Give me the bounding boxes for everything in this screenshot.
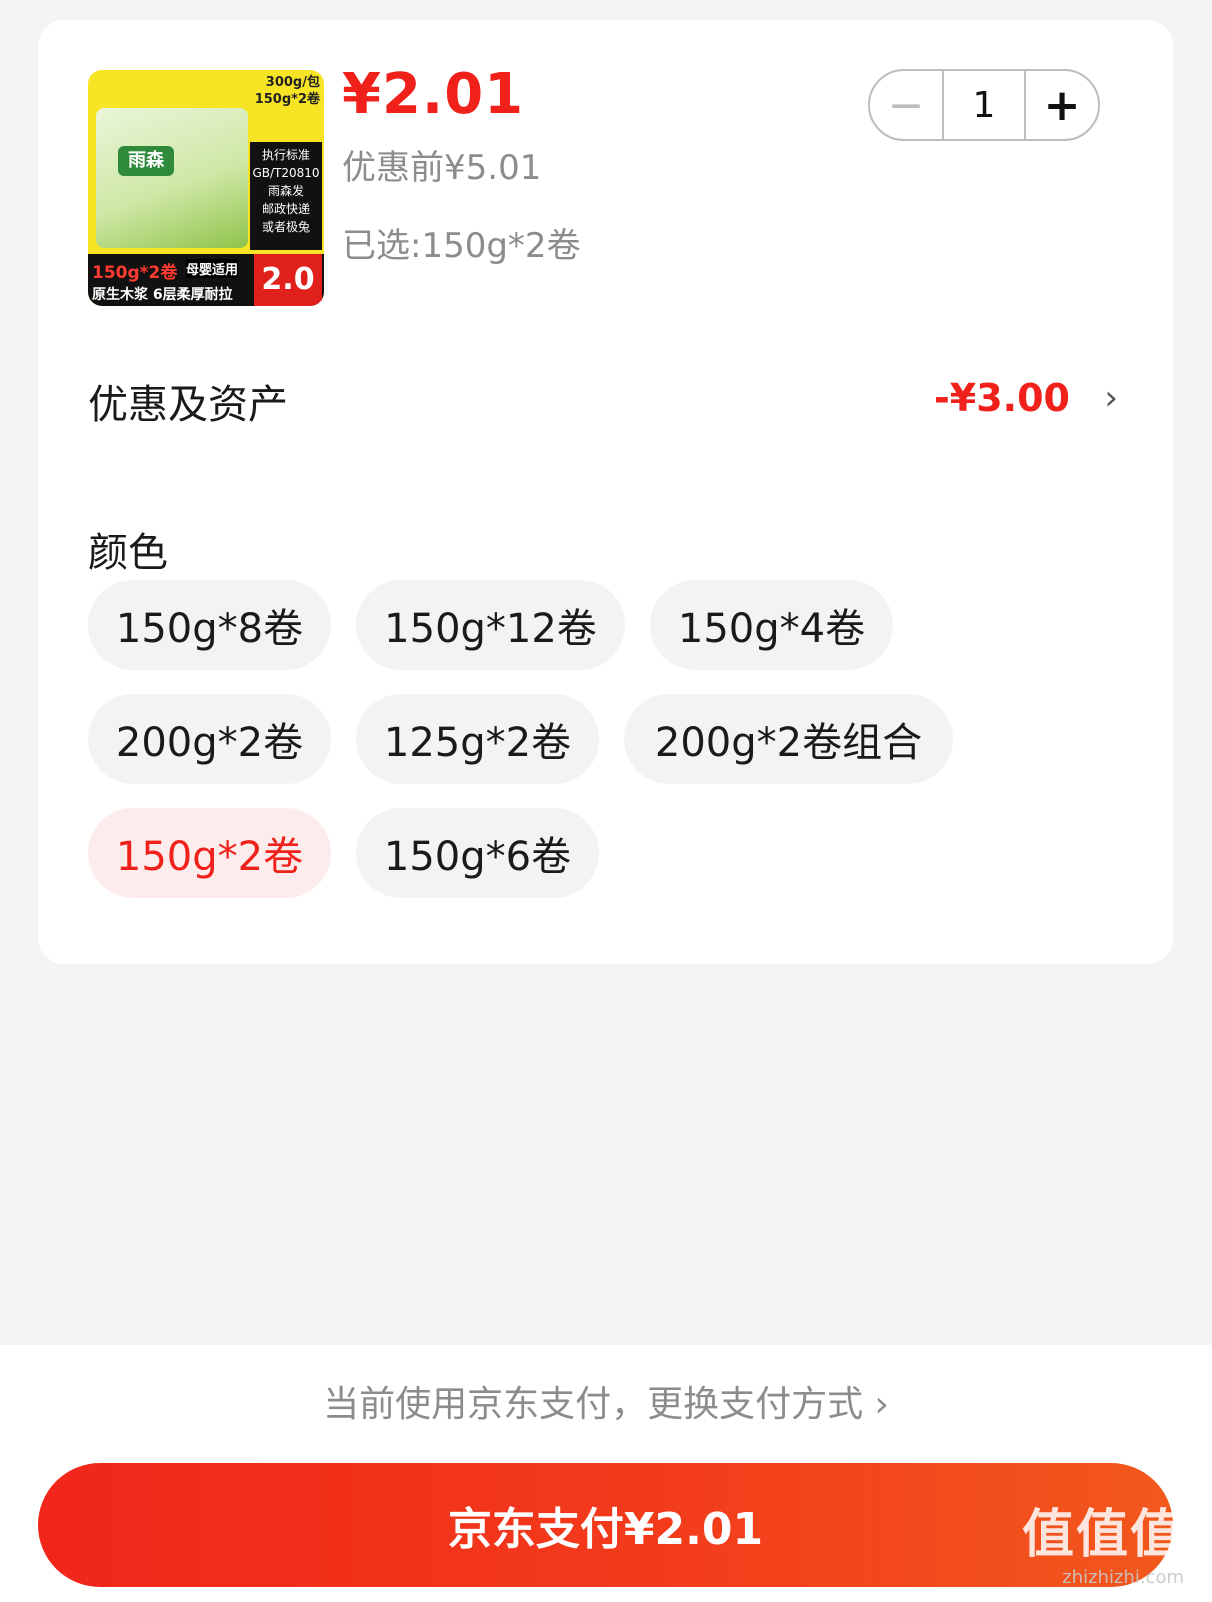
watermark-logo: 值值值 [1021, 1505, 1184, 1565]
spec-option[interactable]: 150g*12卷 [356, 580, 625, 670]
image-side-box: 执行标准 GB/T20810 雨森发 邮政快递 或者极兔 [250, 142, 322, 250]
pay-button[interactable]: 京东支付¥2.01 [38, 1463, 1173, 1587]
image-spec-text: 150g*2卷 [92, 263, 178, 283]
original-price: 优惠前¥5.01 [342, 148, 542, 188]
product-card: 雨森 300g/包 150g*2卷 执行标准 GB/T20810 雨森发 邮政快… [38, 20, 1173, 964]
watermark: 值值值 zhizhizhi.com [1022, 1492, 1184, 1588]
current-price: ¥2.01 [342, 62, 525, 127]
spec-option[interactable]: 200g*2卷组合 [624, 694, 953, 784]
product-image[interactable]: 雨森 300g/包 150g*2卷 执行标准 GB/T20810 雨森发 邮政快… [88, 70, 324, 306]
benefits-value: -¥3.00 [934, 376, 1070, 420]
image-feature-text: 原生木浆 6层柔厚耐拉 [92, 287, 233, 303]
quantity-value[interactable]: 1 [942, 71, 1026, 139]
spec-option-selected[interactable]: 150g*2卷 [88, 808, 331, 898]
spec-option[interactable]: 150g*8卷 [88, 580, 331, 670]
color-section-title: 颜色 [88, 530, 168, 576]
selected-spec: 已选:150g*2卷 [342, 226, 581, 266]
image-weight-tag: 300g/包 150g*2卷 [254, 75, 320, 107]
increase-button[interactable]: + [1026, 71, 1098, 139]
image-price-text: 2.0 [254, 254, 322, 306]
quantity-stepper: − 1 + [868, 69, 1100, 141]
product-pack-graphic [96, 108, 248, 248]
image-bottom-band: 150g*2卷 母婴适用 原生木浆 6层柔厚耐拉 2.0 [88, 254, 324, 306]
brand-logo: 雨森 [118, 146, 174, 176]
checkout-bar: 当前使用京东支付，更换支付方式 › 京东支付¥2.01 值值值 zhizhizh… [0, 1345, 1212, 1602]
chevron-right-icon: › [1104, 378, 1118, 418]
spec-option[interactable]: 150g*6卷 [356, 808, 599, 898]
decrease-button[interactable]: − [870, 71, 942, 139]
watermark-url: zhizhizhi.com [1062, 1567, 1184, 1588]
spec-option[interactable]: 200g*2卷 [88, 694, 331, 784]
spec-option[interactable]: 125g*2卷 [356, 694, 599, 784]
benefits-row[interactable]: 优惠及资产 -¥3.00 › [88, 372, 1118, 432]
change-payment-link[interactable]: 当前使用京东支付，更换支付方式 › [0, 1375, 1212, 1427]
benefits-label: 优惠及资产 [88, 382, 288, 428]
image-audience-text: 母婴适用 [186, 259, 239, 278]
spec-option[interactable]: 150g*4卷 [650, 580, 893, 670]
